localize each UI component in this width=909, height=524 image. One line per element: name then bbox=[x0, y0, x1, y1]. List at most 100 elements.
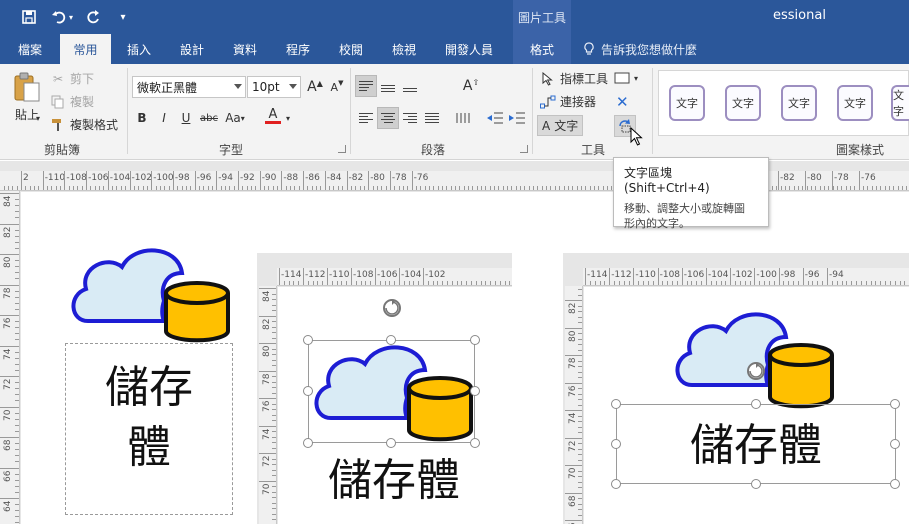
tab-developer[interactable]: 開發人員 bbox=[432, 34, 506, 64]
ruler-tick bbox=[15, 516, 19, 518]
align-bottom-button[interactable] bbox=[399, 75, 421, 97]
ruler-tick bbox=[403, 281, 405, 285]
tab-insert[interactable]: 插入 bbox=[114, 34, 164, 64]
align-top-button[interactable] bbox=[355, 75, 377, 97]
justify-button[interactable] bbox=[421, 107, 443, 129]
tab-format[interactable]: 格式 bbox=[513, 34, 571, 64]
ruler-tick bbox=[272, 436, 276, 438]
change-case-button[interactable]: Aa ▾ bbox=[222, 108, 248, 128]
ruler-label: -114 bbox=[281, 270, 302, 280]
ruler-label: 70 bbox=[568, 467, 578, 479]
shape-style-item[interactable]: 文字 bbox=[725, 85, 761, 121]
format-painter-button[interactable]: 複製格式 bbox=[50, 116, 118, 133]
font-color-button[interactable]: A bbox=[262, 106, 284, 126]
ruler-tick bbox=[567, 186, 569, 190]
ruler-tick bbox=[322, 281, 324, 285]
ruler-tick bbox=[783, 281, 785, 285]
ruler-tick bbox=[375, 268, 376, 285]
resize-handle[interactable] bbox=[470, 438, 480, 448]
ruler-label: 84 bbox=[3, 195, 13, 207]
resize-handle[interactable] bbox=[470, 386, 480, 396]
paste-dropdown-icon[interactable]: ▾ bbox=[36, 114, 40, 123]
ruler-tick bbox=[99, 186, 101, 190]
align-left-button[interactable] bbox=[355, 107, 377, 129]
redo-icon[interactable] bbox=[82, 6, 104, 28]
align-middle-button[interactable] bbox=[377, 75, 399, 97]
font-dialog-launcher[interactable] bbox=[338, 145, 346, 153]
rotate-handle-icon[interactable] bbox=[745, 360, 767, 385]
text-direction-button[interactable]: A ⇧ bbox=[460, 75, 482, 97]
font-color-dropdown-icon[interactable]: ▾ bbox=[283, 108, 293, 128]
rotate-handle-icon[interactable] bbox=[381, 297, 403, 322]
shape-style-item[interactable]: 文字 bbox=[669, 85, 705, 121]
shrink-font-button[interactable]: A ▼ bbox=[327, 77, 347, 97]
customize-qat-icon[interactable]: ▾ bbox=[112, 6, 134, 28]
ruler-tick bbox=[475, 281, 477, 285]
resize-handle[interactable] bbox=[890, 399, 900, 409]
resize-handle[interactable] bbox=[470, 335, 480, 345]
vertical-ruler[interactable]: 84 82 80 78 76 74 72 70 68 66 64 bbox=[0, 191, 20, 524]
resize-handle[interactable] bbox=[751, 479, 761, 489]
tab-data[interactable]: 資料 bbox=[220, 34, 270, 64]
close-icon[interactable]: ✕ bbox=[616, 93, 629, 111]
tab-file[interactable]: 檔案 bbox=[0, 34, 60, 64]
decrease-indent-button[interactable] bbox=[484, 107, 506, 129]
tab-home[interactable]: 常用 bbox=[60, 34, 111, 64]
copy-button[interactable]: 複製 bbox=[50, 93, 94, 110]
resize-handle[interactable] bbox=[611, 399, 621, 409]
tell-me-box[interactable]: 告訴我您想做什麼 bbox=[583, 34, 697, 64]
rectangle-tool-button[interactable]: ▾ bbox=[614, 70, 638, 86]
ruler-label: 80 bbox=[568, 330, 578, 342]
font-size-select[interactable]: 10pt bbox=[247, 76, 301, 98]
ruler-label: -80 bbox=[370, 173, 385, 183]
ruler-label: 2 bbox=[23, 173, 29, 183]
ruler-tick bbox=[466, 281, 468, 285]
resize-handle[interactable] bbox=[611, 479, 621, 489]
strikethrough-button[interactable]: abc bbox=[198, 108, 220, 128]
cut-button[interactable]: ✂ 剪下 bbox=[50, 70, 94, 87]
tab-view[interactable]: 檢視 bbox=[379, 34, 429, 64]
ruler-tick bbox=[185, 186, 187, 190]
ruler-tick bbox=[720, 281, 722, 285]
resize-handle[interactable] bbox=[386, 438, 396, 448]
horizontal-ruler[interactable]: 2 -110 -108 -106 -104 -102 -100 -98 -96 -94 -92 -90… bbox=[0, 171, 909, 191]
resize-handle[interactable] bbox=[386, 335, 396, 345]
text-tool-button[interactable]: A 文字 bbox=[537, 115, 584, 136]
ruler-tick bbox=[424, 186, 426, 190]
pointer-tool-button[interactable]: 指標工具 bbox=[540, 70, 608, 87]
ruler-tick bbox=[15, 217, 19, 219]
undo-dropdown-icon[interactable]: ▾ bbox=[66, 6, 76, 28]
paragraph-dialog-launcher[interactable] bbox=[520, 145, 528, 153]
align-right-button[interactable] bbox=[399, 107, 421, 129]
ruler-tick bbox=[509, 281, 511, 285]
increase-indent-button[interactable] bbox=[506, 107, 528, 129]
font-family-select[interactable]: 微軟正黑體 bbox=[132, 76, 246, 98]
bullets-button[interactable] bbox=[452, 107, 474, 129]
ruler-label: -94 bbox=[829, 270, 844, 280]
shape-style-item[interactable]: 文字 bbox=[837, 85, 873, 121]
connector-tool-button[interactable]: 連接器 bbox=[540, 93, 596, 110]
underline-button[interactable]: U bbox=[176, 108, 196, 128]
ruler-tick bbox=[81, 186, 83, 190]
resize-handle[interactable] bbox=[751, 399, 761, 409]
save-icon[interactable] bbox=[18, 6, 40, 28]
selection-box[interactable] bbox=[308, 340, 475, 443]
resize-handle[interactable] bbox=[303, 438, 313, 448]
resize-handle[interactable] bbox=[303, 386, 313, 396]
align-center-button[interactable] bbox=[377, 107, 399, 129]
resize-handle[interactable] bbox=[890, 479, 900, 489]
grow-font-button[interactable]: A ▲ bbox=[305, 77, 325, 97]
tab-process[interactable]: 程序 bbox=[273, 34, 323, 64]
tab-design[interactable]: 設計 bbox=[167, 34, 217, 64]
ruler-tick bbox=[16, 186, 18, 190]
shape-style-item[interactable]: 文字 bbox=[891, 85, 909, 121]
ruler-label: -88 bbox=[283, 173, 299, 183]
storage-shape-1[interactable] bbox=[68, 243, 232, 346]
resize-handle[interactable] bbox=[303, 335, 313, 345]
italic-button[interactable]: I bbox=[154, 108, 174, 128]
bold-button[interactable]: B bbox=[132, 108, 152, 128]
tab-review[interactable]: 校閱 bbox=[326, 34, 376, 64]
shape-style-item[interactable]: 文字 bbox=[781, 85, 817, 121]
ruler-label: -110 bbox=[44, 173, 66, 183]
ruler-tick bbox=[259, 425, 276, 427]
